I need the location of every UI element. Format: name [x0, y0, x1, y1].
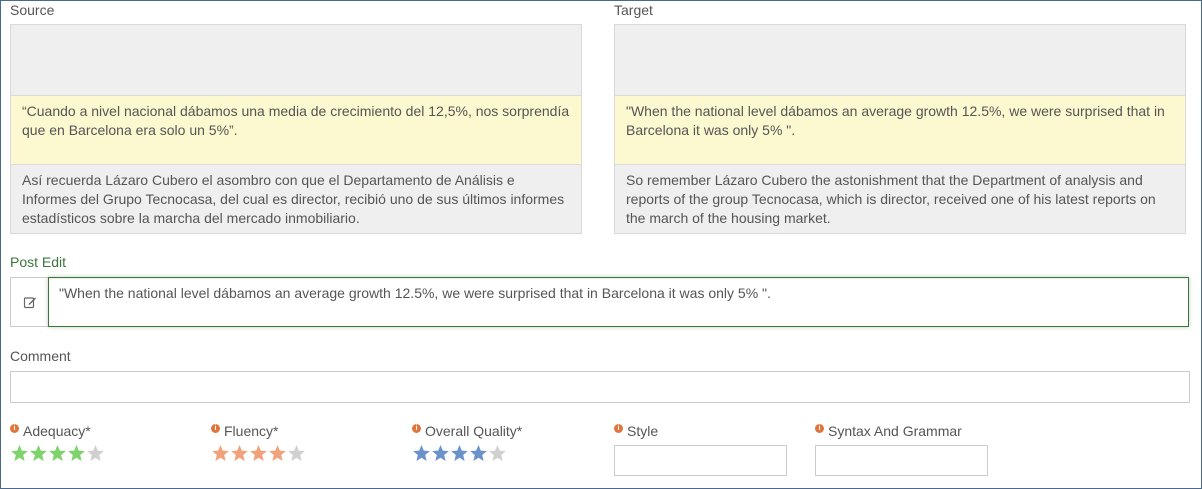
- syntax-grammar-label: Syntax And Grammar: [828, 423, 962, 439]
- star-icon[interactable]: [488, 444, 507, 463]
- post-edit-input[interactable]: "When the national level dábamos an aver…: [48, 277, 1189, 327]
- target-next-segment: So remember Lázaro Cubero the astonishme…: [615, 165, 1185, 233]
- star-icon[interactable]: [230, 444, 249, 463]
- star-icon[interactable]: [450, 444, 469, 463]
- fluency-label: Fluency*: [224, 423, 279, 439]
- adequacy-metric: i Adequacy*: [10, 422, 105, 464]
- target-segments: "When the national level dábamos an aver…: [614, 24, 1186, 234]
- source-current-segment: “Cuando a nivel nacional dábamos una med…: [11, 95, 581, 165]
- star-icon[interactable]: [268, 444, 287, 463]
- post-edit-label: Post Edit: [10, 254, 67, 270]
- style-label: Style: [627, 423, 659, 439]
- source-next-segment: Así recuerda Lázaro Cubero el asombro co…: [11, 165, 581, 233]
- overall-quality-rating[interactable]: [412, 444, 522, 464]
- overall-quality-label: Overall Quality*: [425, 423, 523, 439]
- adequacy-label: Adequacy*: [23, 423, 91, 439]
- fluency-metric: i Fluency*: [211, 422, 306, 464]
- target-label: Target: [614, 2, 653, 18]
- comment-label: Comment: [10, 348, 71, 364]
- fluency-rating[interactable]: [211, 444, 306, 464]
- adequacy-rating[interactable]: [10, 444, 105, 464]
- star-icon[interactable]: [287, 444, 306, 463]
- annotation-panel: Source “Cuando a nivel nacional dábamos …: [0, 0, 1202, 489]
- style-input[interactable]: [614, 445, 787, 476]
- info-icon: i: [412, 423, 421, 433]
- info-icon: i: [815, 423, 824, 433]
- style-metric: i Style: [614, 422, 787, 476]
- target-current-segment: "When the national level dábamos an aver…: [615, 95, 1185, 165]
- star-icon[interactable]: [48, 444, 67, 463]
- source-label: Source: [10, 2, 55, 18]
- star-icon[interactable]: [431, 444, 450, 463]
- star-icon[interactable]: [211, 444, 230, 463]
- star-icon[interactable]: [67, 444, 86, 463]
- star-icon[interactable]: [412, 444, 431, 463]
- info-icon: i: [10, 423, 19, 433]
- star-icon[interactable]: [86, 444, 105, 463]
- source-prev-segment: [11, 25, 581, 95]
- star-icon[interactable]: [10, 444, 29, 463]
- source-segments: “Cuando a nivel nacional dábamos una med…: [10, 24, 582, 234]
- overall-quality-metric: i Overall Quality*: [412, 422, 522, 464]
- star-icon[interactable]: [29, 444, 48, 463]
- star-icon[interactable]: [249, 444, 268, 463]
- star-icon[interactable]: [469, 444, 488, 463]
- edit-icon: [10, 277, 48, 327]
- syntax-grammar-metric: i Syntax And Grammar: [815, 422, 988, 476]
- info-icon: i: [614, 423, 623, 433]
- syntax-grammar-input[interactable]: [815, 445, 988, 476]
- info-icon: i: [211, 423, 220, 433]
- target-prev-segment: [615, 25, 1185, 95]
- comment-input[interactable]: [10, 371, 1190, 403]
